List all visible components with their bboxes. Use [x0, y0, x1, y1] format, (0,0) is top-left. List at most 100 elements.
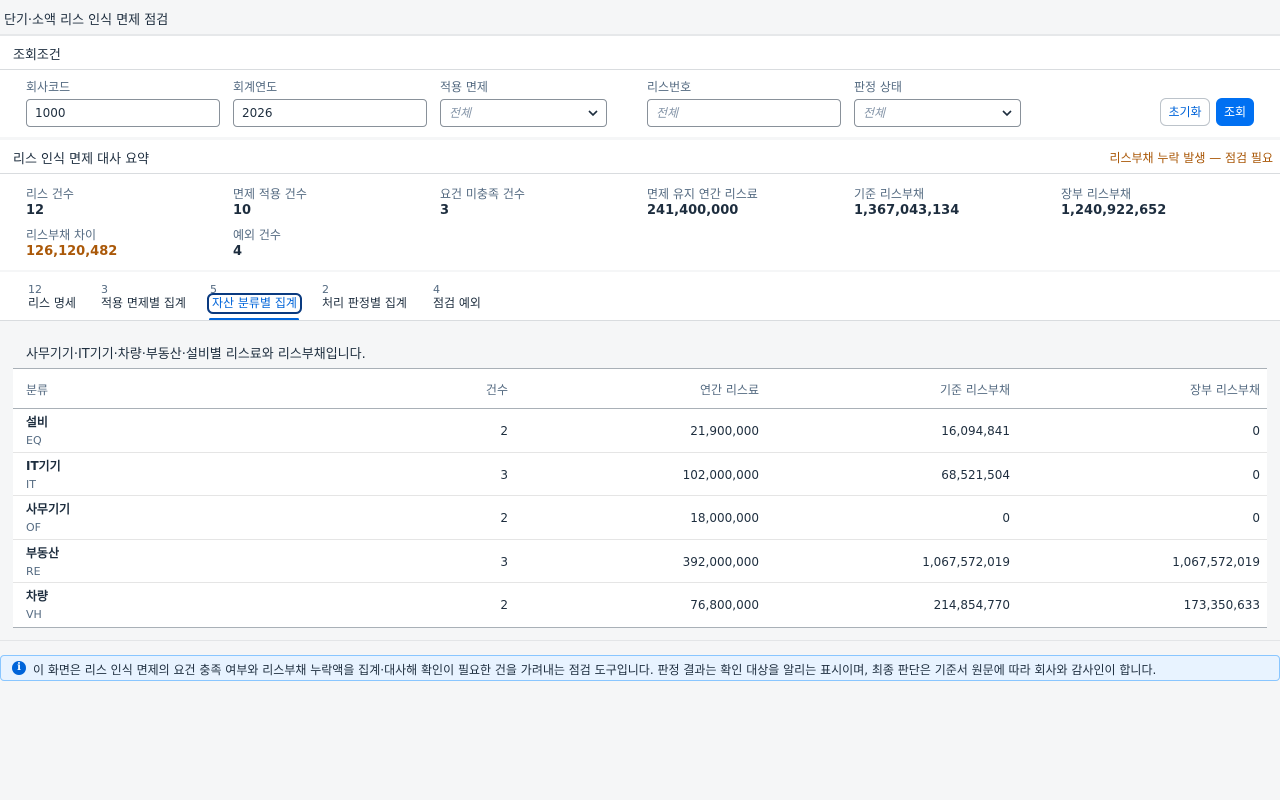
column-header-count[interactable]: 건수	[486, 381, 508, 398]
row-annual: 76,800,000	[690, 598, 759, 613]
tab-label: 점검 예외	[433, 296, 481, 310]
kpi-label-base-liability: 기준 리스부채	[854, 187, 925, 201]
tab-label: 적용 면제별 집계	[101, 296, 186, 310]
row-book-liability: 1,067,572,019	[1172, 554, 1260, 569]
row-count: 2	[500, 424, 508, 438]
row-count: 2	[500, 598, 508, 613]
row-annual: 392,000,000	[682, 554, 759, 569]
exemption-select-value: 전체	[449, 106, 472, 120]
tab-by-asset-class[interactable]: 5 자산 분류별 집계	[207, 283, 302, 314]
kpi-label-exception-count: 예외 건수	[233, 228, 281, 242]
filter-panel: 조회조건 회사코드 1000 회계연도 2026 적용 면제 전체 리스번호 전…	[0, 36, 1280, 137]
row-class-name: 설비	[26, 415, 49, 429]
status-select[interactable]: 전체	[854, 99, 1021, 127]
kpi-label-lease-count: 리스 건수	[26, 187, 74, 201]
row-annual: 102,000,000	[682, 467, 759, 482]
row-class-name: 사무기기	[26, 502, 71, 517]
tab-by-exemption[interactable]: 3 적용 면제별 집계	[101, 283, 186, 311]
tab-count: 3	[101, 283, 108, 296]
tab-exceptions[interactable]: 4 점검 예외	[433, 283, 481, 311]
row-class-code: RE	[26, 564, 41, 578]
table-row[interactable]: 부동산 RE 3 392,000,000 1,067,572,019 1,067…	[13, 540, 1267, 584]
kpi-value-liability-gap: 126,120,482	[26, 244, 118, 259]
row-class-name: IT기기	[26, 458, 61, 473]
lease-no-label: 리스번호	[647, 80, 692, 94]
table-header: 분류 건수 연간 리스료 기준 리스부채 장부 리스부채	[13, 369, 1267, 409]
tab-by-decision[interactable]: 2 처리 판정별 집계	[322, 283, 407, 311]
tab-label: 리스 명세	[28, 296, 76, 310]
summary-divider	[0, 173, 1280, 174]
tab-count: 4	[433, 283, 440, 296]
column-header-annual[interactable]: 연간 리스료	[700, 381, 759, 398]
table-row[interactable]: IT기기 IT 3 102,000,000 68,521,504 0	[13, 453, 1267, 497]
content-description: 사무기기·IT기기·차량·부동산·설비별 리스료와 리스부채입니다.	[26, 347, 366, 362]
reset-button[interactable]: 초기화	[1160, 98, 1210, 126]
lease-no-input[interactable]: 전체	[647, 99, 841, 127]
liability-gap-alert: 리스부채 누락 발생 — 점검 필요	[1109, 151, 1273, 165]
kpi-label-liability-gap: 리스부채 차이	[26, 228, 97, 242]
exemption-select[interactable]: 전체	[440, 99, 607, 127]
chevron-down-icon	[1002, 110, 1012, 117]
row-annual: 21,900,000	[690, 424, 759, 438]
company-code-input[interactable]: 1000	[26, 99, 220, 127]
row-count: 3	[500, 554, 508, 569]
row-base-liability: 0	[1002, 511, 1010, 526]
kpi-value-base-liability: 1,367,043,134	[854, 203, 960, 218]
row-count: 2	[500, 511, 508, 526]
row-class-name: 부동산	[26, 545, 60, 560]
table-row[interactable]: 차량 VH 2 76,800,000 214,854,770 173,350,6…	[13, 583, 1267, 627]
company-code-label: 회사코드	[26, 80, 71, 94]
column-header-base-liability[interactable]: 기준 리스부채	[940, 381, 1010, 398]
info-message-strip: i 이 화면은 리스 인식 면제의 요건 충족 여부와 리스부채 누락액을 집계…	[0, 655, 1280, 681]
kpi-label-exempt-count: 면제 적용 건수	[233, 187, 307, 201]
tab-count: 2	[322, 283, 329, 296]
column-header-book-liability[interactable]: 장부 리스부채	[1190, 381, 1260, 398]
fiscal-year-input[interactable]: 2026	[233, 99, 427, 127]
info-message-text: 이 화면은 리스 인식 면제의 요건 충족 여부와 리스부채 누락액을 집계·대…	[33, 663, 1157, 677]
fiscal-year-label: 회계연도	[233, 80, 278, 94]
row-book-liability: 0	[1252, 467, 1260, 482]
status-label: 판정 상태	[854, 80, 902, 94]
tab-count: 12	[28, 283, 42, 296]
chevron-down-icon	[588, 110, 598, 117]
row-class-name: 차량	[26, 589, 49, 604]
row-count: 3	[500, 467, 508, 482]
tab-bar	[0, 272, 1280, 321]
asset-class-table: 분류 건수 연간 리스료 기준 리스부채 장부 리스부채 설비 EQ 2 21,…	[13, 368, 1267, 628]
status-select-value: 전체	[863, 106, 886, 120]
row-base-liability: 68,521,504	[941, 467, 1010, 482]
tab-label: 처리 판정별 집계	[322, 296, 407, 310]
row-class-code: VH	[26, 608, 42, 622]
row-class-code: OF	[26, 521, 41, 535]
kpi-label-exempt-annual: 면제 유지 연간 리스료	[647, 187, 758, 201]
kpi-label-book-liability: 장부 리스부채	[1061, 187, 1132, 201]
column-header-class[interactable]: 분류	[26, 381, 48, 398]
tab-lease-list[interactable]: 12 리스 명세	[28, 283, 76, 311]
kpi-value-lease-count: 12	[26, 203, 45, 218]
row-base-liability: 214,854,770	[933, 598, 1010, 613]
kpi-value-book-liability: 1,240,922,652	[1061, 203, 1167, 218]
filter-section-title: 조회조건	[13, 48, 61, 63]
page-title: 단기·소액 리스 인식 면제 점검	[4, 13, 169, 28]
kpi-value-exempt-count: 10	[233, 203, 252, 218]
row-annual: 18,000,000	[690, 511, 759, 526]
row-class-code: EQ	[26, 434, 42, 447]
content-divider	[0, 640, 1280, 641]
row-book-liability: 0	[1252, 424, 1260, 438]
exemption-label: 적용 면제	[440, 80, 488, 94]
search-button[interactable]: 조회	[1216, 98, 1254, 126]
row-base-liability: 1,067,572,019	[922, 554, 1010, 569]
tab-bar-divider	[0, 320, 1280, 321]
row-base-liability: 16,094,841	[941, 424, 1010, 438]
row-book-liability: 173,350,633	[1183, 598, 1260, 613]
kpi-value-unmet-count: 3	[440, 203, 450, 218]
tab-label: 자산 분류별 집계	[207, 293, 302, 314]
table-row[interactable]: 사무기기 OF 2 18,000,000 0 0	[13, 496, 1267, 540]
row-book-liability: 0	[1252, 511, 1260, 526]
kpi-value-exempt-annual: 241,400,000	[647, 203, 739, 218]
info-icon: i	[12, 661, 26, 675]
table-row[interactable]: 설비 EQ 2 21,900,000 16,094,841 0	[13, 409, 1267, 453]
kpi-label-unmet-count: 요건 미충족 건수	[440, 187, 525, 201]
summary-section-title: 리스 인식 면제 대사 요약	[13, 152, 150, 167]
filter-divider	[0, 69, 1280, 70]
